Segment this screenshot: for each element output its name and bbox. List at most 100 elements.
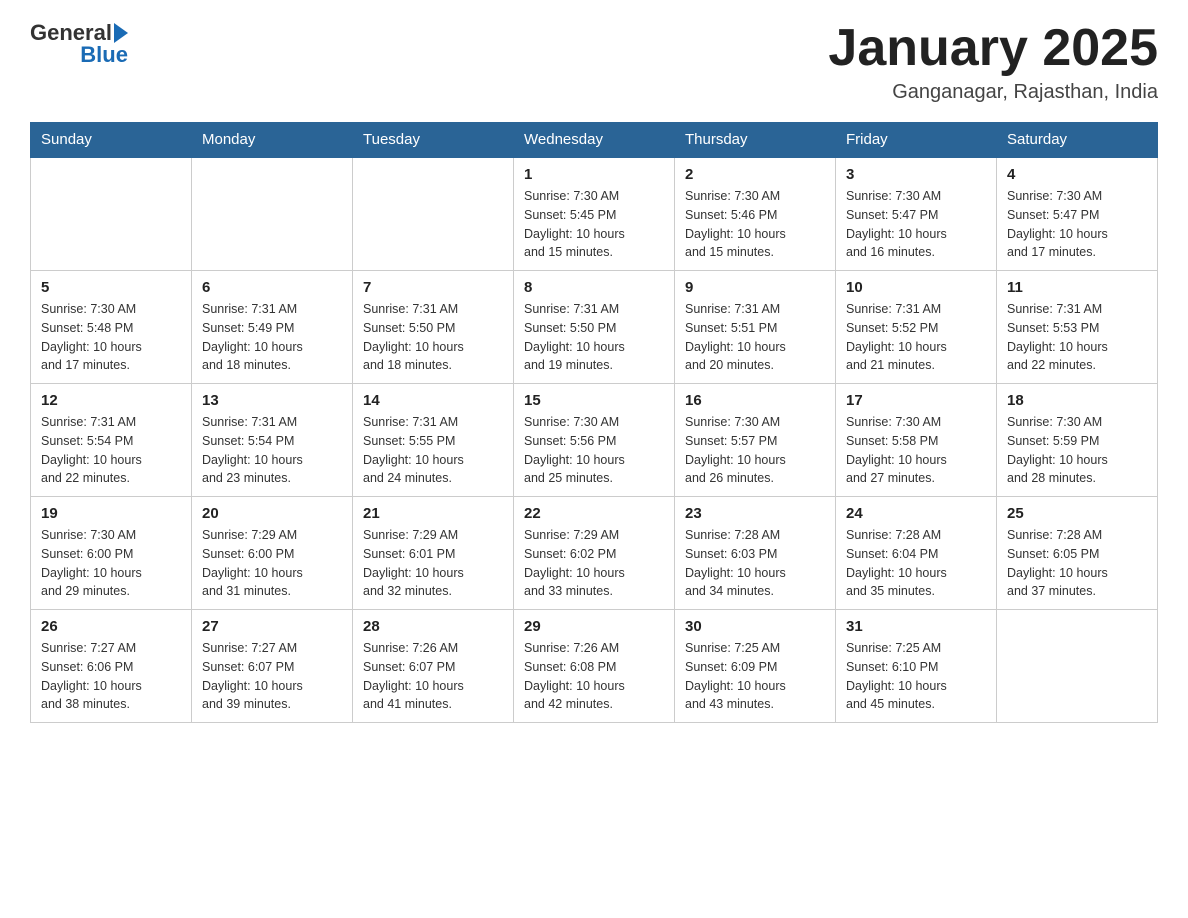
calendar-day-cell: 18 Sunrise: 7:30 AM Sunset: 5:59 PM Dayli… — [997, 384, 1158, 497]
calendar-day-header: Friday — [836, 123, 997, 158]
day-number: 9 — [685, 279, 825, 296]
day-number: 24 — [846, 505, 986, 522]
day-number: 10 — [846, 279, 986, 296]
calendar-day-cell: 31Sunrise: 7:25 AM Sunset: 6:10 PM Dayli… — [836, 610, 997, 723]
day-number: 29 — [524, 618, 664, 635]
calendar-day-cell: 19Sunrise: 7:30 AM Sunset: 6:00 PM Dayli… — [31, 497, 192, 610]
day-number: 8 — [524, 279, 664, 296]
day-number: 12 — [41, 392, 181, 409]
calendar-week-row: 19Sunrise: 7:30 AM Sunset: 6:00 PM Dayli… — [31, 497, 1158, 610]
logo-blue: Blue — [80, 42, 128, 67]
logo-arrow-icon — [114, 23, 128, 43]
day-info: Sunrise: 7:30 AM Sunset: 5:57 PM Dayligh… — [685, 413, 825, 488]
day-info: Sunrise: 7:30 AM Sunset: 5:47 PM Dayligh… — [846, 187, 986, 262]
calendar-day-cell: 14Sunrise: 7:31 AM Sunset: 5:55 PM Dayli… — [353, 384, 514, 497]
calendar-table: SundayMondayTuesdayWednesdayThursdayFrid… — [30, 122, 1158, 723]
calendar-day-cell: 29 Sunrise: 7:26 AM Sunset: 6:08 PM Dayli… — [514, 610, 675, 723]
calendar-day-cell: 6 Sunrise: 7:31 AM Sunset: 5:49 PM Daylig… — [192, 271, 353, 384]
calendar-day-cell: 4Sunrise: 7:30 AM Sunset: 5:47 PM Daylig… — [997, 157, 1158, 271]
location: Ganganagar, Rajasthan, India — [828, 81, 1158, 104]
day-number: 5 — [41, 279, 181, 296]
calendar-day-cell: 11 Sunrise: 7:31 AM Sunset: 5:53 PM Dayli… — [997, 271, 1158, 384]
day-number: 4 — [1007, 166, 1147, 183]
day-info: Sunrise: 7:30 AM Sunset: 5:58 PM Dayligh… — [846, 413, 986, 488]
calendar-day-cell: 10 Sunrise: 7:31 AM Sunset: 5:52 PM Dayli… — [836, 271, 997, 384]
day-info: Sunrise: 7:31 AM Sunset: 5:54 PM Dayligh… — [202, 413, 342, 488]
day-info: Sunrise: 7:29 AM Sunset: 6:00 PM Dayligh… — [202, 526, 342, 601]
calendar-week-row: 5 Sunrise: 7:30 AM Sunset: 5:48 PM Daylig… — [31, 271, 1158, 384]
day-info: Sunrise: 7:27 AM Sunset: 6:07 PM Dayligh… — [202, 639, 342, 714]
day-info: Sunrise: 7:30 AM Sunset: 5:59 PM Dayligh… — [1007, 413, 1147, 488]
day-info: Sunrise: 7:26 AM Sunset: 6:07 PM Dayligh… — [363, 639, 503, 714]
calendar-day-cell: 27 Sunrise: 7:27 AM Sunset: 6:07 PM Dayli… — [192, 610, 353, 723]
calendar-week-row: 1 Sunrise: 7:30 AM Sunset: 5:45 PM Daylig… — [31, 157, 1158, 271]
calendar-day-cell: 7 Sunrise: 7:31 AM Sunset: 5:50 PM Daylig… — [353, 271, 514, 384]
day-number: 2 — [685, 166, 825, 183]
calendar-day-cell: 12 Sunrise: 7:31 AM Sunset: 5:54 PM Dayli… — [31, 384, 192, 497]
day-number: 13 — [202, 392, 342, 409]
day-info: Sunrise: 7:30 AM Sunset: 6:00 PM Dayligh… — [41, 526, 181, 601]
day-number: 3 — [846, 166, 986, 183]
day-number: 30 — [685, 618, 825, 635]
calendar-day-cell: 24 Sunrise: 7:28 AM Sunset: 6:04 PM Dayli… — [836, 497, 997, 610]
calendar-day-cell — [997, 610, 1158, 723]
calendar-day-cell — [192, 157, 353, 271]
calendar-day-cell: 3 Sunrise: 7:30 AM Sunset: 5:47 PM Daylig… — [836, 157, 997, 271]
calendar-week-row: 12 Sunrise: 7:31 AM Sunset: 5:54 PM Dayli… — [31, 384, 1158, 497]
calendar-day-header: Monday — [192, 123, 353, 158]
day-number: 6 — [202, 279, 342, 296]
calendar-day-cell — [353, 157, 514, 271]
day-info: Sunrise: 7:31 AM Sunset: 5:51 PM Dayligh… — [685, 300, 825, 375]
logo: General Blue — [30, 20, 128, 68]
day-number: 7 — [363, 279, 503, 296]
day-info: Sunrise: 7:27 AM Sunset: 6:06 PM Dayligh… — [41, 639, 181, 714]
calendar-day-header: Sunday — [31, 123, 192, 158]
calendar-day-cell: 22Sunrise: 7:29 AM Sunset: 6:02 PM Dayli… — [514, 497, 675, 610]
calendar-day-cell: 30 Sunrise: 7:25 AM Sunset: 6:09 PM Dayli… — [675, 610, 836, 723]
day-number: 27 — [202, 618, 342, 635]
day-number: 18 — [1007, 392, 1147, 409]
calendar-day-cell: 9 Sunrise: 7:31 AM Sunset: 5:51 PM Daylig… — [675, 271, 836, 384]
day-number: 17 — [846, 392, 986, 409]
day-number: 25 — [1007, 505, 1147, 522]
day-number: 21 — [363, 505, 503, 522]
day-info: Sunrise: 7:31 AM Sunset: 5:50 PM Dayligh… — [363, 300, 503, 375]
day-info: Sunrise: 7:31 AM Sunset: 5:49 PM Dayligh… — [202, 300, 342, 375]
day-info: Sunrise: 7:25 AM Sunset: 6:09 PM Dayligh… — [685, 639, 825, 714]
day-info: Sunrise: 7:28 AM Sunset: 6:05 PM Dayligh… — [1007, 526, 1147, 601]
calendar-day-header: Thursday — [675, 123, 836, 158]
day-number: 23 — [685, 505, 825, 522]
calendar-day-cell: 21Sunrise: 7:29 AM Sunset: 6:01 PM Dayli… — [353, 497, 514, 610]
calendar-day-cell: 15 Sunrise: 7:30 AM Sunset: 5:56 PM Dayli… — [514, 384, 675, 497]
day-number: 28 — [363, 618, 503, 635]
title-block: January 2025 Ganganagar, Rajasthan, Indi… — [828, 20, 1158, 104]
day-number: 26 — [41, 618, 181, 635]
calendar-day-cell: 1 Sunrise: 7:30 AM Sunset: 5:45 PM Daylig… — [514, 157, 675, 271]
calendar-day-header: Saturday — [997, 123, 1158, 158]
day-info: Sunrise: 7:30 AM Sunset: 5:45 PM Dayligh… — [524, 187, 664, 262]
calendar-day-cell: 23Sunrise: 7:28 AM Sunset: 6:03 PM Dayli… — [675, 497, 836, 610]
day-info: Sunrise: 7:31 AM Sunset: 5:52 PM Dayligh… — [846, 300, 986, 375]
calendar-day-cell: 8 Sunrise: 7:31 AM Sunset: 5:50 PM Daylig… — [514, 271, 675, 384]
calendar-day-cell: 28 Sunrise: 7:26 AM Sunset: 6:07 PM Dayli… — [353, 610, 514, 723]
day-info: Sunrise: 7:26 AM Sunset: 6:08 PM Dayligh… — [524, 639, 664, 714]
calendar-day-cell: 16Sunrise: 7:30 AM Sunset: 5:57 PM Dayli… — [675, 384, 836, 497]
calendar-day-cell: 20Sunrise: 7:29 AM Sunset: 6:00 PM Dayli… — [192, 497, 353, 610]
day-number: 1 — [524, 166, 664, 183]
calendar-header-row: SundayMondayTuesdayWednesdayThursdayFrid… — [31, 123, 1158, 158]
day-info: Sunrise: 7:28 AM Sunset: 6:04 PM Dayligh… — [846, 526, 986, 601]
day-info: Sunrise: 7:31 AM Sunset: 5:55 PM Dayligh… — [363, 413, 503, 488]
day-info: Sunrise: 7:30 AM Sunset: 5:48 PM Dayligh… — [41, 300, 181, 375]
calendar-day-cell: 2Sunrise: 7:30 AM Sunset: 5:46 PM Daylig… — [675, 157, 836, 271]
day-number: 11 — [1007, 279, 1147, 296]
day-info: Sunrise: 7:31 AM Sunset: 5:53 PM Dayligh… — [1007, 300, 1147, 375]
day-number: 15 — [524, 392, 664, 409]
day-info: Sunrise: 7:31 AM Sunset: 5:50 PM Dayligh… — [524, 300, 664, 375]
day-info: Sunrise: 7:29 AM Sunset: 6:02 PM Dayligh… — [524, 526, 664, 601]
day-info: Sunrise: 7:31 AM Sunset: 5:54 PM Dayligh… — [41, 413, 181, 488]
calendar-day-header: Tuesday — [353, 123, 514, 158]
month-title: January 2025 — [828, 20, 1158, 77]
day-info: Sunrise: 7:30 AM Sunset: 5:56 PM Dayligh… — [524, 413, 664, 488]
calendar-day-cell: 5 Sunrise: 7:30 AM Sunset: 5:48 PM Daylig… — [31, 271, 192, 384]
day-number: 31 — [846, 618, 986, 635]
